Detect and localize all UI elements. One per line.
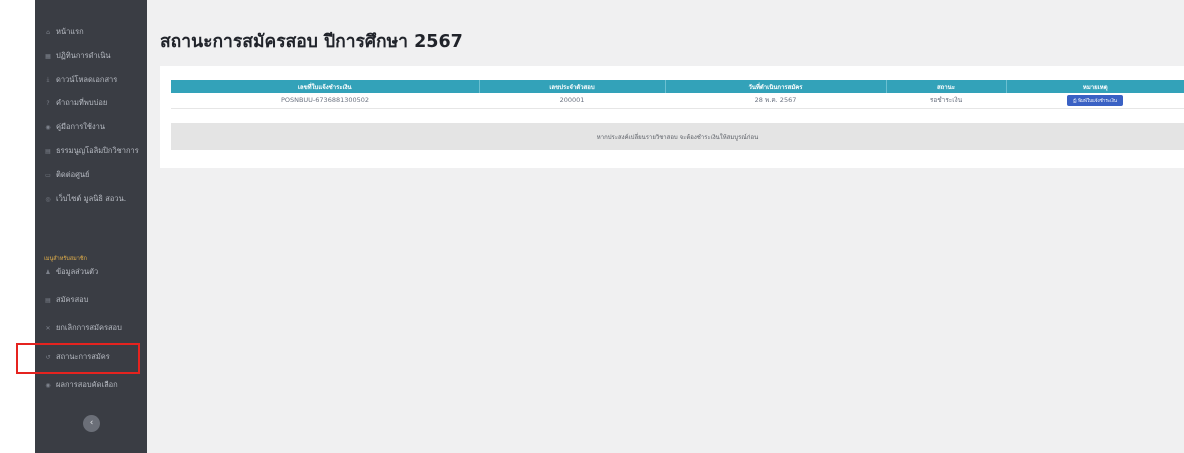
result-icon: ◉ bbox=[45, 381, 51, 389]
sidebar-item-register[interactable]: ▤ สมัครสอบ bbox=[35, 290, 147, 310]
sidebar-item-label: ดาวน์โหลดเอกสาร bbox=[56, 75, 118, 84]
sidebar-item-website[interactable]: ◎ เว็บไซต์ มูลนิธิ สอวน. bbox=[35, 189, 147, 209]
sidebar-item-label: คำถามที่พบบ่อย bbox=[56, 98, 108, 107]
highlight-box bbox=[16, 343, 140, 374]
page-title: สถานะการสมัครสอบ ปีการศึกษา 2567 bbox=[160, 32, 463, 52]
calendar-icon: ▦ bbox=[45, 52, 51, 60]
note-cell: ⎙ พิมพ์ใบแจ้งชำระเงิน bbox=[1006, 93, 1184, 109]
sidebar: ⌂ หน้าแรก ▦ ปฏิทินการดำเนิน ⤓ ดาวน์โหลดเอกส… bbox=[35, 0, 147, 453]
sidebar-item-label: ผลการสอบคัดเลือก bbox=[56, 380, 118, 389]
globe-icon: ◎ bbox=[45, 195, 51, 203]
column-header-exam-id: เลขประจำตัวสอบ bbox=[479, 80, 666, 93]
notice-bar: หากประสงค์เปลี่ยนรายวิชาสอบ จะต้องชำระเง… bbox=[171, 123, 1184, 150]
sidebar-item-label: ยกเลิกการสมัครสอบ bbox=[56, 323, 122, 332]
chevron-left-icon: ‹ bbox=[89, 418, 94, 428]
question-icon: ? bbox=[46, 99, 50, 107]
sidebar-collapse-button[interactable]: ‹ bbox=[83, 415, 100, 432]
registration-date: 28 พ.ค. 2567 bbox=[665, 93, 886, 109]
sidebar-item-charter[interactable]: ▤ ธรรมนูญโอลิมปิกวิชาการ bbox=[35, 141, 147, 161]
column-header-status: สถานะ bbox=[886, 80, 1007, 93]
home-icon: ⌂ bbox=[46, 28, 50, 36]
sidebar-item-faq[interactable]: ? คำถามที่พบบ่อย bbox=[35, 93, 147, 113]
notice-text: หากประสงค์เปลี่ยนรายวิชาสอบ จะต้องชำระเง… bbox=[596, 133, 759, 141]
sidebar-item-label: สมัครสอบ bbox=[56, 295, 89, 304]
table-row: POSNBUU-6736881300502 200001 28 พ.ค. 256… bbox=[171, 93, 1184, 109]
column-header-date: วันที่ดำเนินการสมัคร bbox=[665, 80, 887, 93]
status-card: เลขที่ใบแจ้งชำระเงิน เลขประจำตัวสอบ วันท… bbox=[160, 66, 1184, 168]
sidebar-item-cancel[interactable]: ✕ ยกเลิกการสมัครสอบ bbox=[35, 318, 147, 338]
exam-id: 200001 bbox=[479, 93, 665, 109]
sidebar-item-calendar[interactable]: ▦ ปฏิทินการดำเนิน bbox=[35, 46, 147, 66]
column-header-note: หมายเหตุ bbox=[1006, 80, 1184, 93]
sidebar-item-label: เว็บไซต์ มูลนิธิ สอวน. bbox=[56, 194, 127, 203]
status-text: รอชำระเงิน bbox=[886, 93, 1006, 109]
column-header-invoice: เลขที่ใบแจ้งชำระเงิน bbox=[171, 80, 480, 93]
sidebar-item-label: ปฏิทินการดำเนิน bbox=[56, 51, 111, 60]
sidebar-item-label: คู่มือการใช้งาน bbox=[56, 122, 105, 131]
sidebar-item-results[interactable]: ◉ ผลการสอบคัดเลือก bbox=[35, 375, 147, 395]
sidebar-item-contact[interactable]: ▭ ติดต่อศูนย์ bbox=[35, 165, 147, 185]
sidebar-item-home[interactable]: ⌂ หน้าแรก bbox=[35, 22, 147, 42]
app-root: ⌂ หน้าแรก ▦ ปฏิทินการดำเนิน ⤓ ดาวน์โหลดเอกส… bbox=[0, 0, 1184, 453]
contact-icon: ▭ bbox=[45, 171, 51, 179]
sidebar-item-manual[interactable]: ◉ คู่มือการใช้งาน bbox=[35, 117, 147, 137]
sidebar-item-download[interactable]: ⤓ ดาวน์โหลดเอกสาร bbox=[35, 70, 147, 90]
sidebar-item-label: หน้าแรก bbox=[56, 27, 84, 36]
user-icon: ♟ bbox=[45, 268, 51, 276]
status-table: เลขที่ใบแจ้งชำระเงิน เลขประจำตัวสอบ วันท… bbox=[171, 80, 1184, 109]
book-icon: ◉ bbox=[45, 123, 51, 131]
main-content: สถานะการสมัครสอบ ปีการศึกษา 2567 เลขที่ใ… bbox=[147, 0, 1184, 453]
print-invoice-label: พิมพ์ใบแจ้งชำระเงิน bbox=[1078, 98, 1117, 104]
table-header-row: เลขที่ใบแจ้งชำระเงิน เลขประจำตัวสอบ วันท… bbox=[171, 80, 1184, 93]
sidebar-item-profile[interactable]: ♟ ข้อมูลส่วนตัว bbox=[35, 262, 147, 282]
sidebar-item-label: ติดต่อศูนย์ bbox=[56, 170, 90, 179]
document-icon: ▤ bbox=[45, 147, 51, 155]
invoice-number: POSNBUU-6736881300502 bbox=[171, 93, 479, 109]
print-invoice-button[interactable]: ⎙ พิมพ์ใบแจ้งชำระเงิน bbox=[1067, 94, 1123, 106]
form-icon: ▤ bbox=[45, 296, 51, 304]
sidebar-item-label: ธรรมนูญโอลิมปิกวิชาการ bbox=[56, 146, 139, 155]
download-icon: ⤓ bbox=[46, 76, 50, 83]
sidebar-item-label: ข้อมูลส่วนตัว bbox=[56, 267, 99, 276]
printer-icon: ⎙ bbox=[1073, 98, 1077, 104]
cancel-icon: ✕ bbox=[45, 324, 51, 332]
